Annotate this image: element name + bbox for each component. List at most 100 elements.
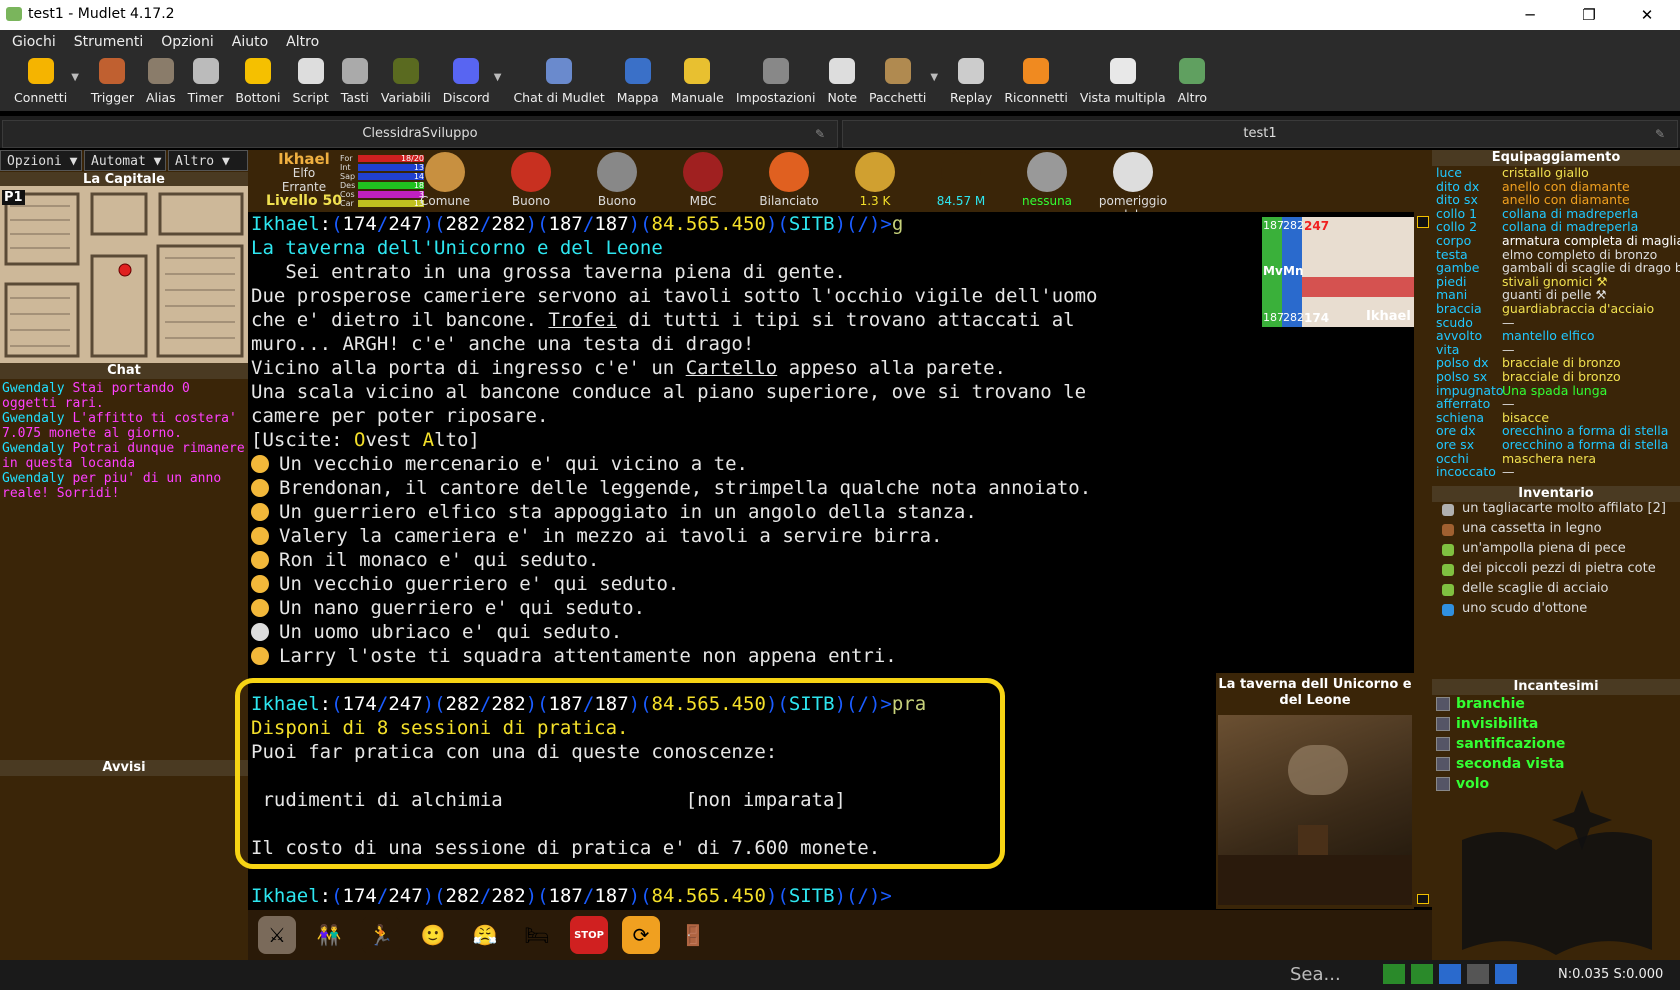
mood-icon xyxy=(769,152,809,192)
toolbar-trigger-button[interactable]: Trigger xyxy=(85,54,140,111)
toolbar-alias-button[interactable]: Alias xyxy=(140,54,182,111)
status-swords: Buono xyxy=(577,152,657,208)
group-action-button[interactable]: 👫 xyxy=(310,916,348,954)
menu-bar: Giochi Strumenti Opzioni Aiuto Altro xyxy=(0,30,1680,54)
menu-altro[interactable]: Altro xyxy=(286,34,319,50)
toolbar-connetti-button[interactable]: Connetti xyxy=(8,54,73,111)
menu-strumenti[interactable]: Strumenti xyxy=(74,34,144,50)
menu-giochi[interactable]: Giochi xyxy=(12,34,56,50)
chat-window[interactable]: Gwendaly Stai portando 0 oggetti rari. Gw… xyxy=(0,379,248,759)
network-status: N:0.035 S:0.000 xyxy=(1558,967,1664,982)
toolbar-label: Bottoni xyxy=(235,90,281,105)
toolbar-altro-button[interactable]: Altro xyxy=(1172,54,1213,111)
exit-ovest[interactable]: O xyxy=(354,429,365,451)
toolbar-script-button[interactable]: Script xyxy=(286,54,334,111)
attribute-label: For xyxy=(340,154,353,163)
maximize-button[interactable]: ❐ xyxy=(1566,5,1612,25)
dropdown-arrow-icon[interactable]: ▼ xyxy=(494,72,502,83)
exit-alto[interactable]: A xyxy=(423,429,434,451)
altro-dropdown[interactable]: Altro ▼ xyxy=(168,150,248,171)
door-action-button[interactable]: 🚪 xyxy=(674,916,712,954)
toolbar-timer-button[interactable]: Timer xyxy=(182,54,230,111)
slot-name: braccia xyxy=(1436,301,1482,316)
bed-action-button[interactable]: 🛏 xyxy=(518,916,556,954)
opzioni-dropdown[interactable]: Opzioni ▼ xyxy=(0,150,82,171)
status-face: Comune xyxy=(405,152,485,208)
tab-detach-icon[interactable]: ✎ xyxy=(1655,121,1665,147)
inventory-item[interactable]: una cassetta in legno xyxy=(1432,519,1680,539)
smile-icon: 🙂 xyxy=(420,923,446,947)
person-icon xyxy=(251,479,269,497)
minimize-button[interactable]: ─ xyxy=(1507,5,1553,25)
toolbar-pacchetti-button[interactable]: Pacchetti xyxy=(863,54,932,111)
toolbar-variabili-button[interactable]: Variabili xyxy=(375,54,437,111)
cartello-link[interactable]: Cartello xyxy=(686,357,778,379)
spell-item[interactable]: invisibilita xyxy=(1432,714,1680,734)
equipment-slot: avvolto mantello elfico xyxy=(1436,329,1594,343)
refresh-action-button[interactable]: ⟳ xyxy=(622,916,660,954)
variables-icon xyxy=(392,58,419,84)
run-action-button[interactable]: 🏃 xyxy=(362,916,400,954)
inventory-item[interactable]: un'ampolla piena di pece xyxy=(1432,539,1680,559)
toolbar-label: Impostazioni xyxy=(735,90,816,105)
chat-sender: Gwendaly xyxy=(2,411,65,426)
slot-item: mantello elfico xyxy=(1502,328,1595,344)
spell-item[interactable]: seconda vista xyxy=(1432,754,1680,774)
prompt-line: Ikhael:(174/247)(282/282)(187/187)(84.56… xyxy=(251,213,904,235)
automat-dropdown[interactable]: Automat ▼ xyxy=(84,150,166,171)
inventory-item[interactable]: dei piccoli pezzi di pietra cote xyxy=(1432,559,1680,579)
status-label: MBC xyxy=(689,194,717,208)
smile-action-button[interactable]: 🙂 xyxy=(414,916,452,954)
toolbar-vista-multipla-button[interactable]: Vista multipla xyxy=(1074,54,1172,111)
toolbar-replay-button[interactable]: Replay xyxy=(944,54,998,111)
spell-icon xyxy=(1436,717,1450,731)
toolbar-discord-button[interactable]: Discord xyxy=(437,54,496,111)
tab-detach-icon[interactable]: ✎ xyxy=(815,121,825,147)
dropdown-arrow-icon[interactable]: ▼ xyxy=(71,72,79,83)
character-class: Errante xyxy=(281,180,327,194)
spell-item[interactable]: branchie xyxy=(1432,694,1680,714)
toolbar-bottoni-button[interactable]: Bottoni xyxy=(229,54,286,111)
timer-icon xyxy=(192,58,219,84)
tab-test1[interactable]: test1 ✎ xyxy=(842,120,1678,148)
npc-line: Larry l'oste ti squadra attentamente non… xyxy=(251,644,1414,668)
menu-opzioni[interactable]: Opzioni xyxy=(161,34,213,50)
more-icon xyxy=(1179,58,1206,84)
minimap[interactable]: P1 xyxy=(0,186,248,363)
toolbar-label: Altro xyxy=(1177,90,1208,105)
toolbar-manuale-button[interactable]: Manuale xyxy=(665,54,730,111)
npc-line: Un nano guerriero e' qui seduto. xyxy=(251,596,1414,620)
angry-action-button[interactable]: 😤 xyxy=(466,916,504,954)
inventory-item[interactable]: un tagliacarte molto affilato [2] xyxy=(1432,499,1680,519)
swords-action-button[interactable]: ⚔ xyxy=(258,916,296,954)
attribute-label: Cos xyxy=(340,190,355,199)
equipment-list: luce cristallo giallo dito dx anello con di… xyxy=(1436,166,1680,508)
room-desc-line: Una scala vicino al bancone conduce al p… xyxy=(251,381,1087,403)
spell-item[interactable]: santificazione xyxy=(1432,734,1680,754)
trigger-icon xyxy=(99,58,126,84)
tab-clessidrasviluppo[interactable]: ClessidraSviluppo ✎ xyxy=(2,120,838,148)
dropdown-arrow-icon[interactable]: ▼ xyxy=(930,72,938,83)
trofei-link[interactable]: Trofei xyxy=(548,309,617,331)
stop-action-button[interactable]: STOP xyxy=(570,916,608,954)
slot-name: corpo xyxy=(1436,233,1472,248)
script-icon xyxy=(297,58,324,84)
status-shield: MBC xyxy=(663,152,743,208)
console-scrollbar[interactable] xyxy=(1414,212,1432,907)
status-label: 1.3 K xyxy=(859,194,891,208)
toolbar-impostazioni-button[interactable]: Impostazioni xyxy=(730,54,822,111)
item-icon xyxy=(1442,524,1454,536)
toolbar-label: Vista multipla xyxy=(1079,90,1166,105)
status-stars: 84.57 M xyxy=(921,152,1001,208)
toolbar-riconnetti-button[interactable]: Riconnetti xyxy=(998,54,1074,111)
toolbar-tasti-button[interactable]: Tasti xyxy=(335,54,375,111)
close-button[interactable]: ✕ xyxy=(1624,5,1670,25)
swords-icon xyxy=(597,152,637,192)
inventory-item[interactable]: delle scaglie di acciaio xyxy=(1432,579,1680,599)
inventory-item[interactable]: uno scudo d'ottone xyxy=(1432,599,1680,619)
taskbar-search[interactable]: Sea... xyxy=(1290,964,1341,985)
menu-aiuto[interactable]: Aiuto xyxy=(232,34,268,50)
toolbar-chat-di-mudlet-button[interactable]: Chat di Mudlet xyxy=(507,54,610,111)
toolbar-mappa-button[interactable]: Mappa xyxy=(611,54,665,111)
toolbar-note-button[interactable]: Note xyxy=(821,54,863,111)
